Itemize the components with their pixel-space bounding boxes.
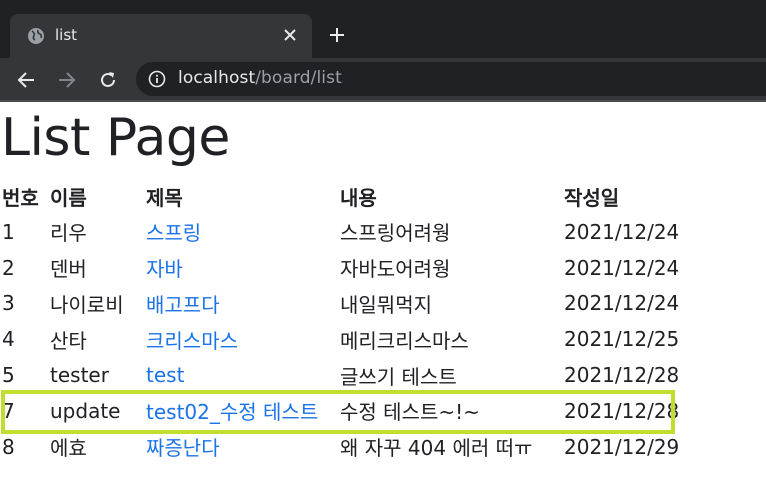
- cell-no: 5: [2, 363, 15, 388]
- plus-icon: [330, 28, 344, 42]
- post-title-link[interactable]: test: [146, 363, 184, 387]
- cell-content: 스프링어려웡: [340, 221, 451, 246]
- post-title-link[interactable]: 스프링: [146, 221, 201, 245]
- url-path: /board/list: [255, 68, 342, 88]
- cell-date: 2021/12/24: [564, 219, 680, 244]
- cell-date: 2021/12/24: [564, 255, 680, 280]
- table-row-highlighted: 7 update test02_수정 테스트 수정 테스트~!~ 2021/12…: [0, 393, 686, 429]
- chrome-divider: [0, 100, 766, 102]
- cell-title: 크리스마스: [144, 321, 338, 357]
- header-title: 제목: [146, 185, 183, 210]
- close-icon: [284, 29, 296, 41]
- table-row: 5 tester test 글쓰기 테스트 2021/12/28: [0, 357, 686, 393]
- cell-title: 자바: [144, 250, 338, 286]
- reload-icon: [101, 72, 115, 87]
- header-content: 내용: [340, 185, 377, 210]
- cell-content: 글쓰기 테스트: [340, 364, 457, 389]
- post-title-link[interactable]: test02_수정 테스트: [146, 400, 318, 424]
- cell-no: 4: [2, 327, 15, 352]
- globe-icon: [28, 28, 44, 44]
- cell-content: 자바도어려웡: [340, 257, 451, 282]
- arrow-right-icon: [59, 72, 76, 88]
- cell-name: update: [50, 398, 121, 423]
- cell-name: 산타: [50, 328, 87, 353]
- new-tab-button[interactable]: [326, 24, 348, 46]
- browser-chrome: list localhost/board/list: [0, 0, 766, 102]
- cell-content: 메리크리스마스: [340, 328, 469, 353]
- cell-title: test02_수정 테스트: [144, 393, 338, 429]
- cell-date: 2021/12/28: [564, 398, 680, 423]
- cell-content: 내일뭐먹지: [340, 292, 432, 317]
- cell-title: 스프링: [144, 214, 338, 250]
- table-row: 1 리우 스프링 스프링어려웡 2021/12/24: [0, 214, 686, 250]
- arrow-left-icon: [17, 72, 34, 88]
- toolbar: localhost/board/list: [0, 58, 766, 102]
- cell-title: 배고프다: [144, 286, 338, 322]
- post-title-link[interactable]: 배고프다: [146, 293, 220, 317]
- cell-no: 3: [2, 291, 15, 316]
- reload-button[interactable]: [96, 68, 120, 92]
- cell-title: 짜증난다: [144, 429, 338, 465]
- tab-title: list: [55, 26, 78, 44]
- info-icon[interactable]: [148, 70, 166, 88]
- cell-no: 7: [2, 398, 15, 423]
- table-row: 2 덴버 자바 자바도어려웡 2021/12/24: [0, 250, 686, 286]
- post-title-link[interactable]: 크리스마스: [146, 329, 238, 353]
- board-table: 번호 이름 제목 내용 작성일 1 리우 스프링 스프링어려웡 2021/12/…: [0, 178, 686, 465]
- tab-close-button[interactable]: [280, 25, 300, 45]
- cell-name: 덴버: [50, 257, 87, 282]
- cell-name: tester: [50, 363, 109, 388]
- table-header-row: 번호 이름 제목 내용 작성일: [0, 178, 686, 214]
- header-name: 이름: [50, 185, 87, 210]
- cell-no: 1: [2, 219, 15, 244]
- url-host: localhost: [178, 68, 256, 88]
- header-no: 번호: [2, 185, 39, 210]
- table-row: 4 산타 크리스마스 메리크리스마스 2021/12/25: [0, 321, 686, 357]
- cell-no: 8: [2, 434, 15, 459]
- post-title-link[interactable]: 자바: [146, 257, 183, 281]
- address-bar[interactable]: localhost/board/list: [136, 62, 766, 96]
- cell-name: 나이로비: [50, 292, 124, 317]
- cell-content: 수정 테스트~!~: [340, 400, 480, 425]
- table-row: 8 에효 짜증난다 왜 자꾸 404 에러 떠ㅠ 2021/12/29: [0, 429, 686, 465]
- forward-button[interactable]: [55, 68, 79, 92]
- cell-name: 리우: [50, 221, 87, 246]
- tab-list[interactable]: list: [10, 14, 312, 58]
- page-title: List Page: [1, 108, 230, 168]
- cell-date: 2021/12/28: [564, 363, 680, 388]
- cell-title: test: [144, 357, 338, 393]
- cell-content: 왜 자꾸 404 에러 떠ㅠ: [340, 436, 533, 461]
- post-title-link[interactable]: 짜증난다: [146, 436, 220, 460]
- cell-date: 2021/12/24: [564, 291, 680, 316]
- url-text[interactable]: localhost/board/list: [178, 68, 342, 88]
- cell-date: 2021/12/25: [564, 327, 680, 352]
- tab-strip: list: [0, 0, 766, 58]
- header-date: 작성일: [564, 185, 620, 210]
- cell-date: 2021/12/29: [564, 434, 680, 459]
- cell-no: 2: [2, 255, 15, 280]
- back-button[interactable]: [14, 68, 38, 92]
- cell-name: 에효: [50, 436, 87, 461]
- table-row: 3 나이로비 배고프다 내일뭐먹지 2021/12/24: [0, 286, 686, 322]
